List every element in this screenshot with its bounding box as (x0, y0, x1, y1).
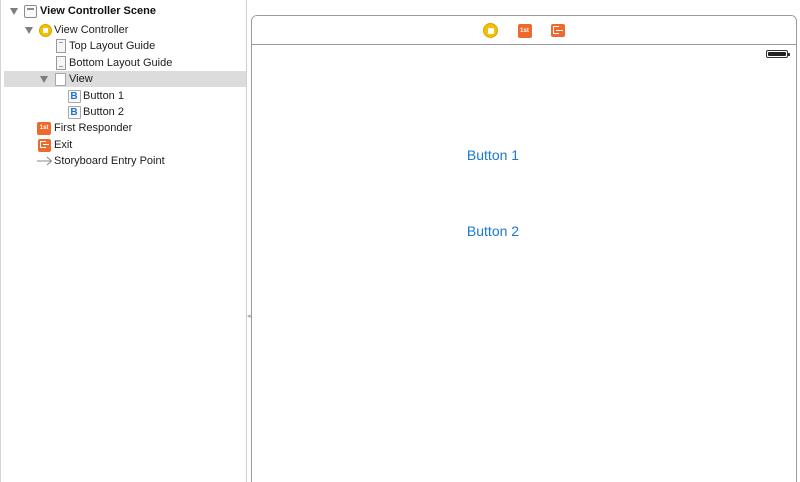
button-icon: B (67, 89, 81, 103)
button-1[interactable]: Button 1 (433, 147, 553, 163)
view-controller-icon[interactable] (483, 23, 498, 38)
exit-icon (37, 138, 51, 152)
exit-icon[interactable] (550, 23, 565, 38)
outline-item-label: First Responder (54, 122, 133, 134)
outline-item-label: View (69, 73, 93, 85)
battery-icon (766, 50, 790, 58)
split-view-divider[interactable] (246, 0, 247, 482)
layout-guide-icon (54, 39, 68, 53)
outline-item-label: Button 2 (83, 106, 124, 118)
outline-item-button-2[interactable]: B Button 2 (4, 104, 247, 120)
outline-item-bottom-layout-guide[interactable]: Bottom Layout Guide (4, 55, 247, 71)
outline-item-view-controller-scene[interactable]: View Controller Scene (4, 3, 247, 19)
outline-item-top-layout-guide[interactable]: Top Layout Guide (4, 38, 247, 54)
outline-item-label: View Controller (54, 24, 129, 36)
outline-item-label: Exit (54, 139, 73, 151)
outline-item-label: Top Layout Guide (69, 40, 156, 52)
first-responder-icon: 1st (37, 121, 51, 135)
scene-icon (23, 4, 37, 18)
interface-builder: View Controller Scene View Controller To… (0, 0, 800, 482)
outline-item-label: Bottom Layout Guide (69, 57, 173, 69)
storyboard-canvas[interactable]: 1st Button 1 Button 2 (251, 15, 797, 482)
disclosure-triangle-icon[interactable] (9, 3, 19, 19)
outline-item-exit[interactable]: Exit (4, 137, 247, 153)
button-glyph: B (67, 105, 81, 119)
outline-item-label: View Controller Scene (40, 5, 156, 17)
disclosure-triangle-icon[interactable] (24, 22, 34, 38)
arrow-right-icon (36, 154, 53, 168)
divider-handle-icon[interactable]: ◂ (247, 312, 251, 321)
outline-item-button-1[interactable]: B Button 1 (4, 88, 247, 104)
layout-guide-icon (54, 56, 68, 70)
outline-item-label: Button 1 (83, 90, 124, 102)
scene-dock[interactable]: 1st (252, 16, 796, 45)
button-glyph: B (67, 89, 81, 103)
outline-item-label: Storyboard Entry Point (54, 155, 165, 167)
button-2[interactable]: Button 2 (433, 223, 553, 239)
button-icon: B (67, 105, 81, 119)
outline-item-view[interactable]: View (4, 71, 247, 87)
view-icon (53, 72, 67, 86)
outline-item-view-controller[interactable]: View Controller (4, 22, 247, 38)
outline-item-storyboard-entry-point[interactable]: Storyboard Entry Point (4, 153, 247, 169)
document-outline: View Controller Scene View Controller To… (0, 0, 247, 482)
view-controller-icon (38, 23, 52, 37)
outline-item-first-responder[interactable]: 1st First Responder (4, 120, 247, 136)
first-responder-icon[interactable]: 1st (517, 23, 532, 38)
disclosure-triangle-icon[interactable] (39, 71, 49, 87)
